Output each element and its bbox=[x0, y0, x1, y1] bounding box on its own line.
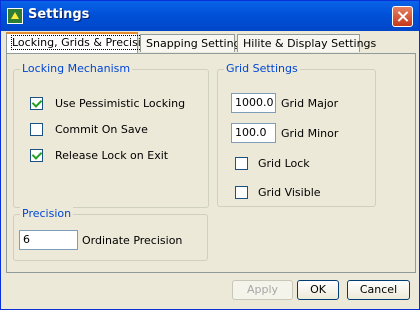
grid-minor-label: Grid Minor bbox=[281, 127, 339, 140]
tab-label: Snapping Settings bbox=[146, 37, 247, 50]
release-lock-on-exit-checkbox[interactable] bbox=[30, 149, 43, 162]
group-title: Grid Settings bbox=[224, 62, 300, 75]
cancel-button[interactable]: Cancel bbox=[347, 280, 410, 300]
release-lock-on-exit-label: Release Lock on Exit bbox=[55, 149, 169, 162]
title-bar[interactable]: Settings bbox=[1, 1, 419, 31]
close-button[interactable] bbox=[392, 6, 413, 27]
grid-visible-checkbox[interactable] bbox=[235, 186, 248, 199]
locking-mechanism-group: Locking Mechanism Use Pessimistic Lockin… bbox=[13, 62, 209, 208]
group-title: Precision bbox=[20, 207, 74, 220]
use-pessimistic-locking-label: Use Pessimistic Locking bbox=[55, 97, 186, 110]
group-title: Locking Mechanism bbox=[20, 62, 133, 75]
tab-hilite-display-settings[interactable]: Hilite & Display Settings bbox=[237, 34, 376, 52]
tab-locking-grids-precision[interactable]: Locking, Grids & Precision bbox=[6, 32, 156, 53]
grid-minor-input[interactable]: 100.0 bbox=[231, 123, 276, 143]
grid-major-label: Grid Major bbox=[281, 97, 339, 110]
ordinate-precision-input[interactable]: 6 bbox=[19, 230, 78, 250]
ok-button[interactable]: OK bbox=[297, 280, 339, 300]
ordinate-precision-label: Ordinate Precision bbox=[82, 234, 183, 247]
tab-snapping-settings[interactable]: Snapping Settings bbox=[140, 34, 246, 52]
commit-on-save-label: Commit On Save bbox=[55, 123, 148, 136]
window-title: Settings bbox=[28, 7, 90, 22]
grid-major-input[interactable]: 1000.0 bbox=[231, 93, 276, 113]
use-pessimistic-locking-checkbox[interactable] bbox=[30, 97, 43, 110]
grid-lock-label: Grid Lock bbox=[258, 157, 310, 170]
tab-panel: Locking Mechanism Use Pessimistic Lockin… bbox=[6, 53, 416, 273]
precision-group: Precision 6 Ordinate Precision bbox=[13, 207, 208, 261]
grid-settings-group: Grid Settings 1000.0 Grid Major 100.0 Gr… bbox=[217, 62, 376, 207]
tab-label: Hilite & Display Settings bbox=[243, 37, 377, 50]
commit-on-save-checkbox[interactable] bbox=[30, 123, 43, 136]
settings-dialog: Settings Locking, Grids & Precision Snap… bbox=[0, 0, 420, 310]
apply-button[interactable]: Apply bbox=[232, 280, 293, 300]
grid-lock-checkbox[interactable] bbox=[235, 157, 248, 170]
grid-visible-label: Grid Visible bbox=[258, 186, 321, 199]
tab-label: Locking, Grids & Precision bbox=[11, 35, 156, 50]
app-icon bbox=[7, 8, 23, 24]
